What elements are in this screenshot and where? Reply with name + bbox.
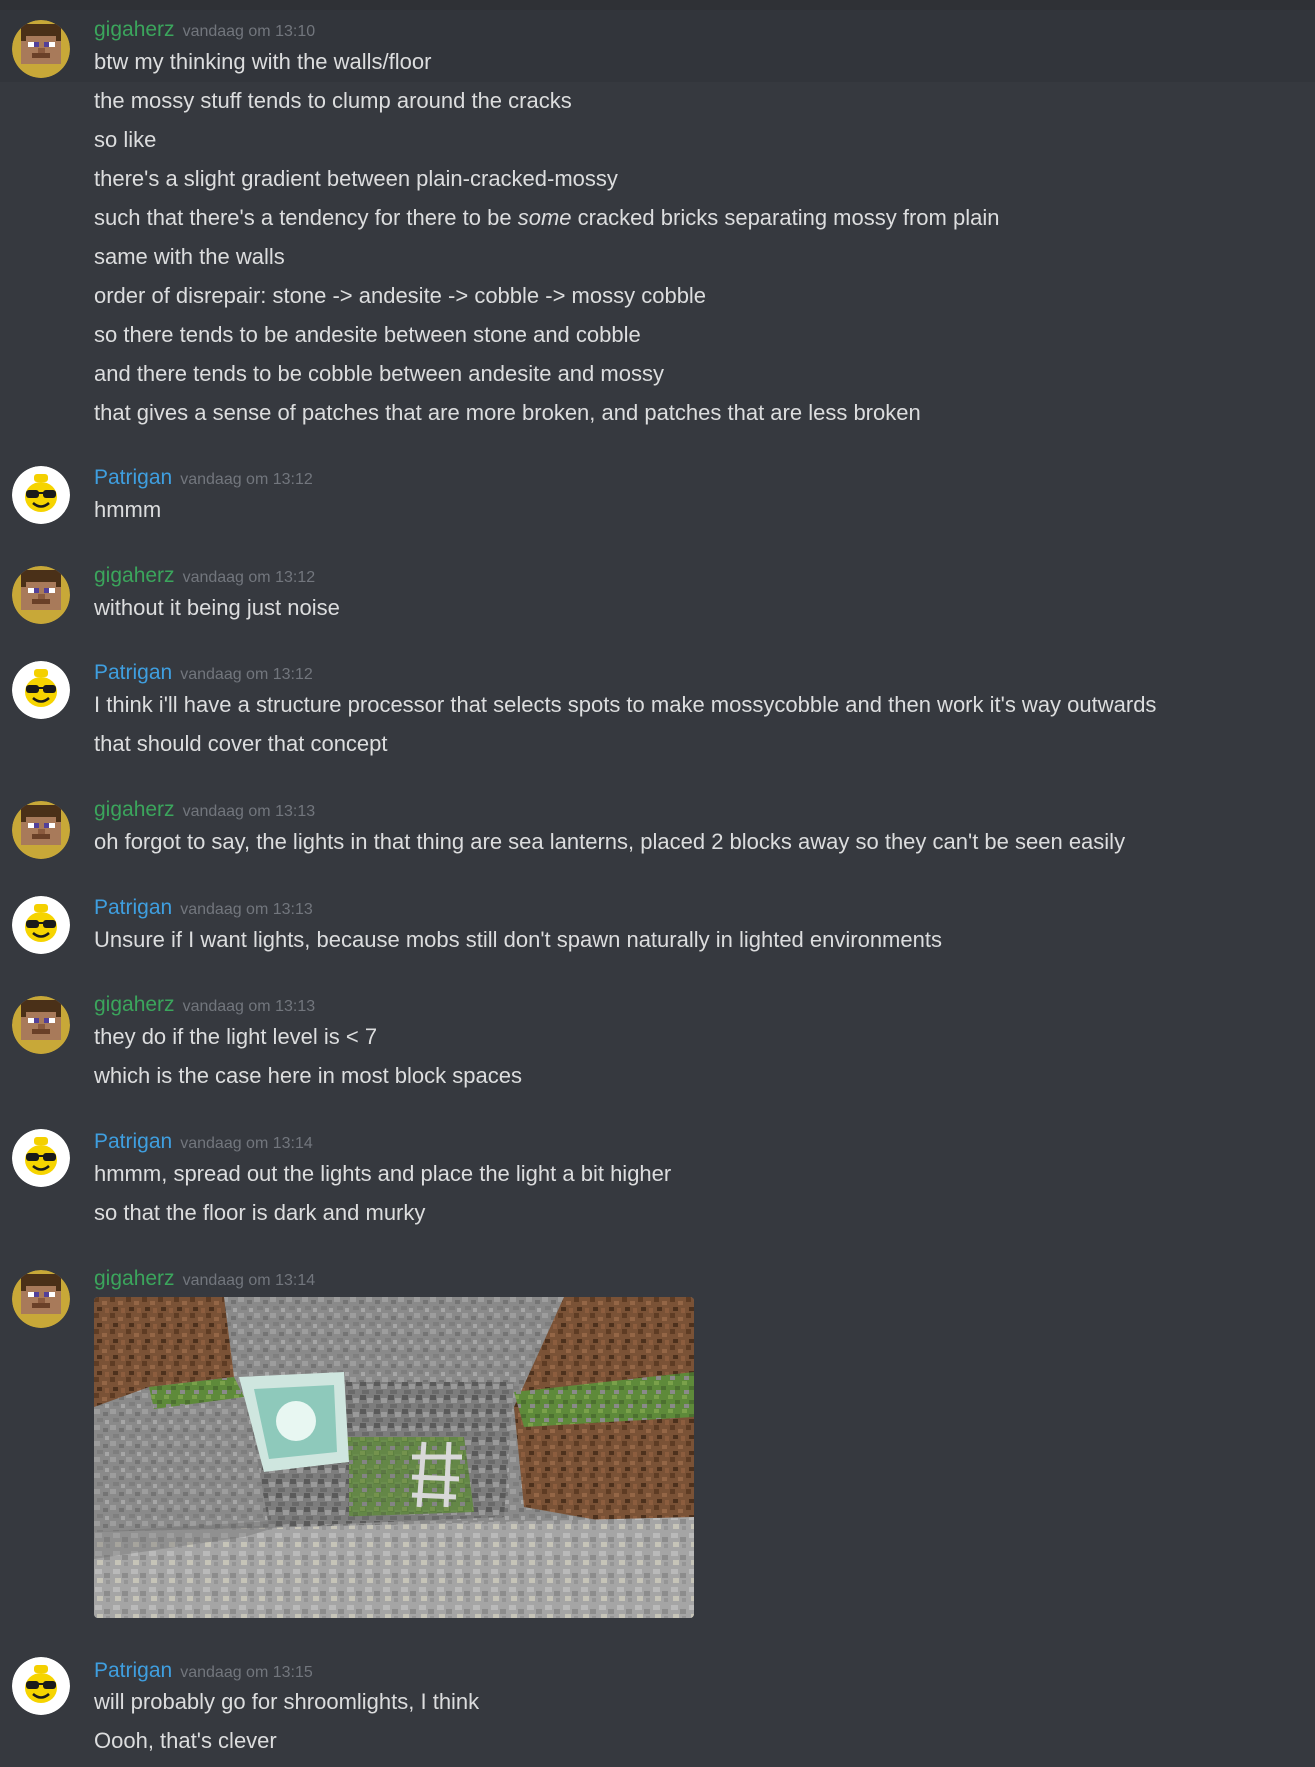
author-name[interactable]: Patrigan — [94, 466, 172, 489]
timestamp[interactable]: vandaag om 13:13 — [183, 998, 316, 1015]
message-header: gigaherz vandaag om 13:14 — [94, 1265, 315, 1293]
message-header: Patrigan vandaag om 13:14 — [94, 1128, 313, 1156]
message-header: gigaherz vandaag om 13:13 — [94, 796, 315, 824]
avatar[interactable] — [12, 466, 70, 524]
message-line: same with the walls — [94, 244, 285, 269]
author-name[interactable]: Patrigan — [94, 1130, 172, 1153]
lego-head-sunglasses-avatar-icon — [12, 896, 70, 954]
message-header: gigaherz vandaag om 13:12 — [94, 562, 315, 590]
minecraft-steve-avatar-icon — [12, 801, 70, 859]
message-header: Patrigan vandaag om 13:13 — [94, 894, 313, 922]
minecraft-steve-avatar-icon — [12, 20, 70, 78]
minecraft-screenshot-image — [94, 1297, 694, 1618]
image-attachment[interactable] — [94, 1297, 694, 1618]
avatar[interactable] — [12, 996, 70, 1054]
message-line: so there tends to be andesite between st… — [94, 322, 641, 347]
timestamp[interactable]: vandaag om 13:14 — [180, 1135, 313, 1152]
author-name[interactable]: Patrigan — [94, 896, 172, 919]
message-header: gigaherz vandaag om 13:13 — [94, 991, 315, 1019]
message-line: Oooh, that's clever — [94, 1728, 277, 1753]
lego-head-sunglasses-avatar-icon — [12, 661, 70, 719]
author-name[interactable]: gigaherz — [94, 993, 175, 1016]
avatar[interactable] — [12, 566, 70, 624]
message-line: oh forgot to say, the lights in that thi… — [94, 829, 1126, 854]
message-line: will probably go for shroomlights, I thi… — [94, 1689, 480, 1714]
message-line: that should cover that concept — [94, 731, 388, 756]
message-line: the mossy stuff tends to clump around th… — [94, 88, 572, 113]
lego-head-sunglasses-avatar-icon — [12, 466, 70, 524]
message-header: Patrigan vandaag om 13:12 — [94, 464, 313, 492]
author-name[interactable]: Patrigan — [94, 1659, 172, 1682]
author-name[interactable]: gigaherz — [94, 1267, 175, 1290]
message-text: cracked bricks separating mossy from pla… — [577, 205, 1000, 230]
message-line: so that the floor is dark and murky — [94, 1200, 426, 1225]
message-line: Unsure if I want lights, because mobs st… — [94, 927, 942, 952]
message-line: that gives a sense of patches that are m… — [94, 400, 921, 425]
message-line: hmmm, spread out the lights and place th… — [94, 1161, 672, 1186]
timestamp[interactable]: vandaag om 13:12 — [180, 666, 313, 683]
minecraft-steve-avatar-icon — [12, 996, 70, 1054]
timestamp[interactable]: vandaag om 13:13 — [183, 803, 316, 820]
message-line: without it being just noise — [94, 595, 340, 620]
avatar[interactable] — [12, 661, 70, 719]
lego-head-sunglasses-avatar-icon — [12, 1657, 70, 1715]
avatar[interactable] — [12, 801, 70, 859]
author-name[interactable]: gigaherz — [94, 564, 175, 587]
timestamp[interactable]: vandaag om 13:10 — [183, 23, 316, 40]
avatar[interactable] — [12, 20, 70, 78]
avatar[interactable] — [12, 1270, 70, 1328]
author-name[interactable]: gigaherz — [94, 798, 175, 821]
timestamp[interactable]: vandaag om 13:13 — [180, 901, 313, 918]
message-line: such that there's a tendency for there t… — [94, 203, 999, 233]
message-line: order of disrepair: stone -> andesite ->… — [94, 283, 707, 308]
timestamp[interactable]: vandaag om 13:12 — [183, 569, 316, 586]
minecraft-steve-avatar-icon — [12, 566, 70, 624]
message-line: I think i'll have a structure processor … — [94, 692, 1157, 717]
emphasis-text: some — [517, 205, 572, 230]
message-line: hmmm — [94, 497, 162, 522]
author-name[interactable]: gigaherz — [94, 18, 175, 41]
message-line: btw my thinking with the walls/floor — [94, 49, 432, 74]
message-header: gigaherz vandaag om 13:10 — [94, 16, 315, 44]
message-line: there's a slight gradient between plain-… — [94, 166, 618, 191]
message-line: so like — [94, 127, 157, 152]
message-header: Patrigan vandaag om 13:12 — [94, 659, 313, 687]
avatar[interactable] — [12, 1129, 70, 1187]
avatar[interactable] — [12, 896, 70, 954]
timestamp[interactable]: vandaag om 13:12 — [180, 471, 313, 488]
message-header: Patrigan vandaag om 13:15 — [94, 1657, 313, 1685]
timestamp[interactable]: vandaag om 13:15 — [180, 1664, 313, 1681]
avatar[interactable] — [12, 1657, 70, 1715]
message-line: and there tends to be cobble between and… — [94, 361, 664, 386]
message-line: which is the case here in most block spa… — [94, 1063, 522, 1088]
author-name[interactable]: Patrigan — [94, 661, 172, 684]
top-divider — [0, 0, 1315, 10]
message-text: such that there's a tendency for there t… — [94, 205, 512, 230]
lego-head-sunglasses-avatar-icon — [12, 1129, 70, 1187]
timestamp[interactable]: vandaag om 13:14 — [183, 1272, 316, 1289]
minecraft-steve-avatar-icon — [12, 1270, 70, 1328]
message-line: they do if the light level is < 7 — [94, 1024, 378, 1049]
